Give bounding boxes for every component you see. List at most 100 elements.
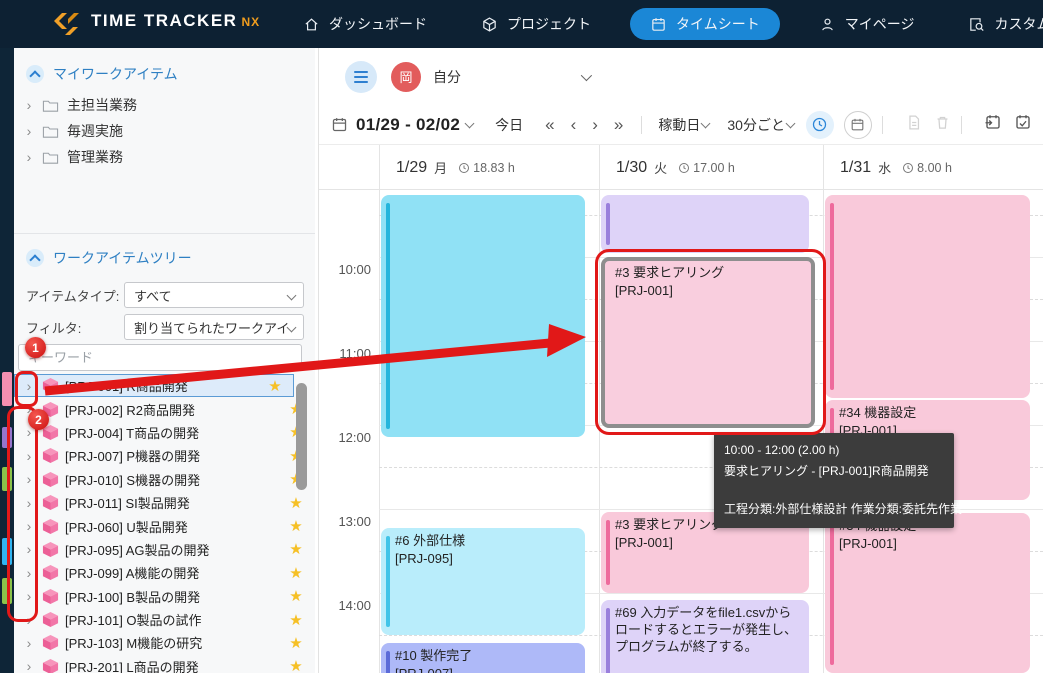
favorite-star-icon[interactable]: ★ bbox=[285, 517, 307, 535]
favorite-star-icon[interactable]: ★ bbox=[285, 540, 307, 558]
event-tooltip: 10:00 - 12:00 (2.00 h) 要求ヒアリング - [PRJ-00… bbox=[714, 433, 954, 528]
chevron-right-icon[interactable]: › bbox=[22, 658, 36, 673]
project-label: [PRJ-004] T商品の開発 bbox=[65, 423, 279, 442]
project-label: [PRJ-007] P機器の開発 bbox=[65, 446, 279, 465]
work-item-tree-header: ワークアイテムツリー bbox=[14, 246, 315, 270]
chevron-right-icon[interactable]: › bbox=[24, 123, 34, 139]
project-tree-item[interactable]: ›[PRJ-001] R商品開発★ bbox=[14, 374, 294, 397]
favorite-star-icon[interactable]: ★ bbox=[285, 564, 307, 582]
nav-item-calendar[interactable]: タイムシート bbox=[630, 8, 780, 40]
keyword-input[interactable] bbox=[18, 344, 302, 371]
calendar-grid[interactable]: 10:0011:0012:0013:0014:00#6 外部仕様[PRJ-095… bbox=[319, 190, 1043, 673]
calendar-event[interactable] bbox=[601, 195, 809, 253]
project-tree-item[interactable]: ›[PRJ-060] U製品開発★ bbox=[14, 514, 315, 537]
project-label: [PRJ-201] L商品の開発 bbox=[65, 657, 279, 673]
calendar-check-button[interactable] bbox=[1014, 113, 1032, 136]
calendar-event[interactable]: #6 外部仕様[PRJ-095] bbox=[381, 528, 585, 635]
menu-button[interactable] bbox=[345, 61, 377, 93]
chevron-right-icon[interactable]: › bbox=[22, 635, 36, 651]
chevron-right-icon[interactable]: › bbox=[22, 424, 36, 440]
project-tree-item[interactable]: ›[PRJ-004] T商品の開発★ bbox=[14, 421, 315, 444]
calendar-event[interactable]: #34 機器設定[PRJ-001] bbox=[825, 513, 1030, 673]
folder-icon bbox=[42, 124, 59, 139]
avatar: 岡 bbox=[391, 62, 421, 92]
project-tree-item[interactable]: › [PRJ-099] A機能の開発 ★ bbox=[14, 561, 315, 584]
chevron-right-icon[interactable]: › bbox=[22, 612, 36, 628]
chevron-right-icon[interactable]: › bbox=[22, 471, 36, 487]
calendar-event[interactable] bbox=[825, 195, 1030, 398]
nav-item-cube[interactable]: プロジェクト bbox=[471, 8, 601, 40]
project-tree: ›[PRJ-001] R商品開発★›[PRJ-002] R2商品開発★›[PRJ… bbox=[14, 374, 315, 673]
chevron-right-icon[interactable]: › bbox=[22, 401, 36, 417]
project-tree-item[interactable]: ›[PRJ-011] SI製品開発★ bbox=[14, 491, 315, 514]
project-tree-item[interactable]: ›[PRJ-103] M機能の研究★ bbox=[14, 631, 315, 654]
chevron-right-icon[interactable]: › bbox=[22, 518, 36, 534]
sidebar-folder-item[interactable]: ›管理業務 bbox=[14, 144, 315, 170]
project-label: [PRJ-099] A機能の開発 bbox=[65, 563, 279, 582]
tooltip-time: 10:00 - 12:00 (2.00 h) bbox=[724, 440, 944, 461]
chevron-right-icon[interactable]: › bbox=[22, 588, 36, 604]
calendar-event[interactable]: #10 製作完了[PRJ-007] bbox=[381, 643, 585, 673]
nav-item-custom-search[interactable]: カスタム検索 bbox=[958, 8, 1043, 40]
filter-select[interactable]: 割り当てられたワークアイ bbox=[124, 314, 304, 340]
sidebar-folder-item[interactable]: ›主担当業務 bbox=[14, 92, 315, 118]
project-tree-item[interactable]: ›[PRJ-100] B製品の開発★ bbox=[14, 585, 315, 608]
chevron-right-icon[interactable]: › bbox=[22, 565, 36, 581]
chevron-right-icon[interactable]: › bbox=[22, 448, 36, 464]
person-icon bbox=[819, 16, 836, 33]
calendar-mode-button[interactable] bbox=[844, 111, 872, 139]
project-cube-icon bbox=[42, 658, 59, 673]
project-cube-icon bbox=[42, 634, 59, 651]
calendar-import-button[interactable] bbox=[984, 113, 1002, 136]
project-list-scrollbar[interactable] bbox=[296, 383, 307, 490]
workday-select[interactable]: 稼動日 bbox=[658, 115, 700, 135]
calendar-event[interactable] bbox=[381, 195, 585, 437]
event-title: #10 製作完了 bbox=[395, 648, 575, 665]
collapse-up-icon[interactable] bbox=[26, 249, 44, 267]
collapse-up-icon[interactable] bbox=[26, 65, 44, 83]
folder-icon bbox=[42, 150, 59, 165]
prev-week-button[interactable]: « bbox=[545, 115, 554, 135]
time-label: 14:00 bbox=[319, 598, 371, 613]
favorite-star-icon[interactable]: ★ bbox=[285, 611, 307, 629]
chevron-right-icon[interactable]: › bbox=[24, 97, 34, 113]
filter-value: 割り当てられたワークアイ bbox=[134, 318, 289, 337]
project-cube-icon bbox=[42, 401, 59, 418]
item-type-row: アイテムタイプ: すべて bbox=[20, 282, 304, 308]
calendar-event[interactable]: #69 入力データをfile1.csvからロードするとエラーが発生し、プログラム… bbox=[601, 600, 809, 673]
favorite-star-icon[interactable]: ★ bbox=[285, 657, 307, 673]
project-label: [PRJ-101] O製品の試作 bbox=[65, 610, 279, 629]
nav-item-label: マイページ bbox=[845, 14, 915, 34]
sidebar-folder-item[interactable]: ›毎週実施 bbox=[14, 118, 315, 144]
user-selector[interactable]: 岡 自分 bbox=[391, 62, 589, 92]
clock-mode-button[interactable] bbox=[806, 111, 834, 139]
chevron-right-icon[interactable]: › bbox=[24, 149, 34, 165]
prev-day-button[interactable]: ‹ bbox=[571, 115, 577, 135]
chevron-right-icon[interactable]: › bbox=[22, 541, 36, 557]
project-tree-item[interactable]: ›[PRJ-007] P機器の開発★ bbox=[14, 444, 315, 467]
project-cube-icon bbox=[42, 611, 59, 628]
today-button[interactable]: 今日 bbox=[495, 115, 523, 135]
favorite-star-icon[interactable]: ★ bbox=[285, 494, 307, 512]
project-tree-item[interactable]: › [PRJ-101] O製品の試作 ★ bbox=[14, 608, 315, 631]
project-tree-item[interactable]: › [PRJ-201] L商品の開発 ★ bbox=[14, 655, 315, 673]
item-type-select[interactable]: すべて bbox=[124, 282, 304, 308]
calendar-event[interactable]: #3 要求ヒアリング[PRJ-001] bbox=[601, 257, 815, 428]
favorite-star-icon[interactable]: ★ bbox=[264, 377, 286, 395]
chevron-right-icon[interactable]: › bbox=[22, 378, 36, 394]
nav-item-person[interactable]: マイページ bbox=[809, 8, 925, 40]
event-project-code: [PRJ-007] bbox=[395, 666, 575, 673]
next-week-button[interactable]: » bbox=[614, 115, 623, 135]
date-range-picker[interactable]: 01/29 - 02/02 bbox=[356, 115, 460, 135]
favorite-star-icon[interactable]: ★ bbox=[285, 587, 307, 605]
day-header-hours-value: 8.00 h bbox=[917, 161, 952, 175]
interval-select[interactable]: 30分ごと bbox=[727, 115, 785, 135]
next-day-button[interactable]: › bbox=[592, 115, 598, 135]
nav-item-home[interactable]: ダッシュボード bbox=[293, 8, 437, 40]
project-tree-item[interactable]: ›[PRJ-095] AG製品の開発★ bbox=[14, 538, 315, 561]
edge-color-segment bbox=[2, 578, 12, 604]
project-tree-item[interactable]: ›[PRJ-002] R2商品開発★ bbox=[14, 397, 315, 420]
project-tree-item[interactable]: ›[PRJ-010] S機器の開発★ bbox=[14, 468, 315, 491]
favorite-star-icon[interactable]: ★ bbox=[285, 634, 307, 652]
chevron-right-icon[interactable]: › bbox=[22, 495, 36, 511]
